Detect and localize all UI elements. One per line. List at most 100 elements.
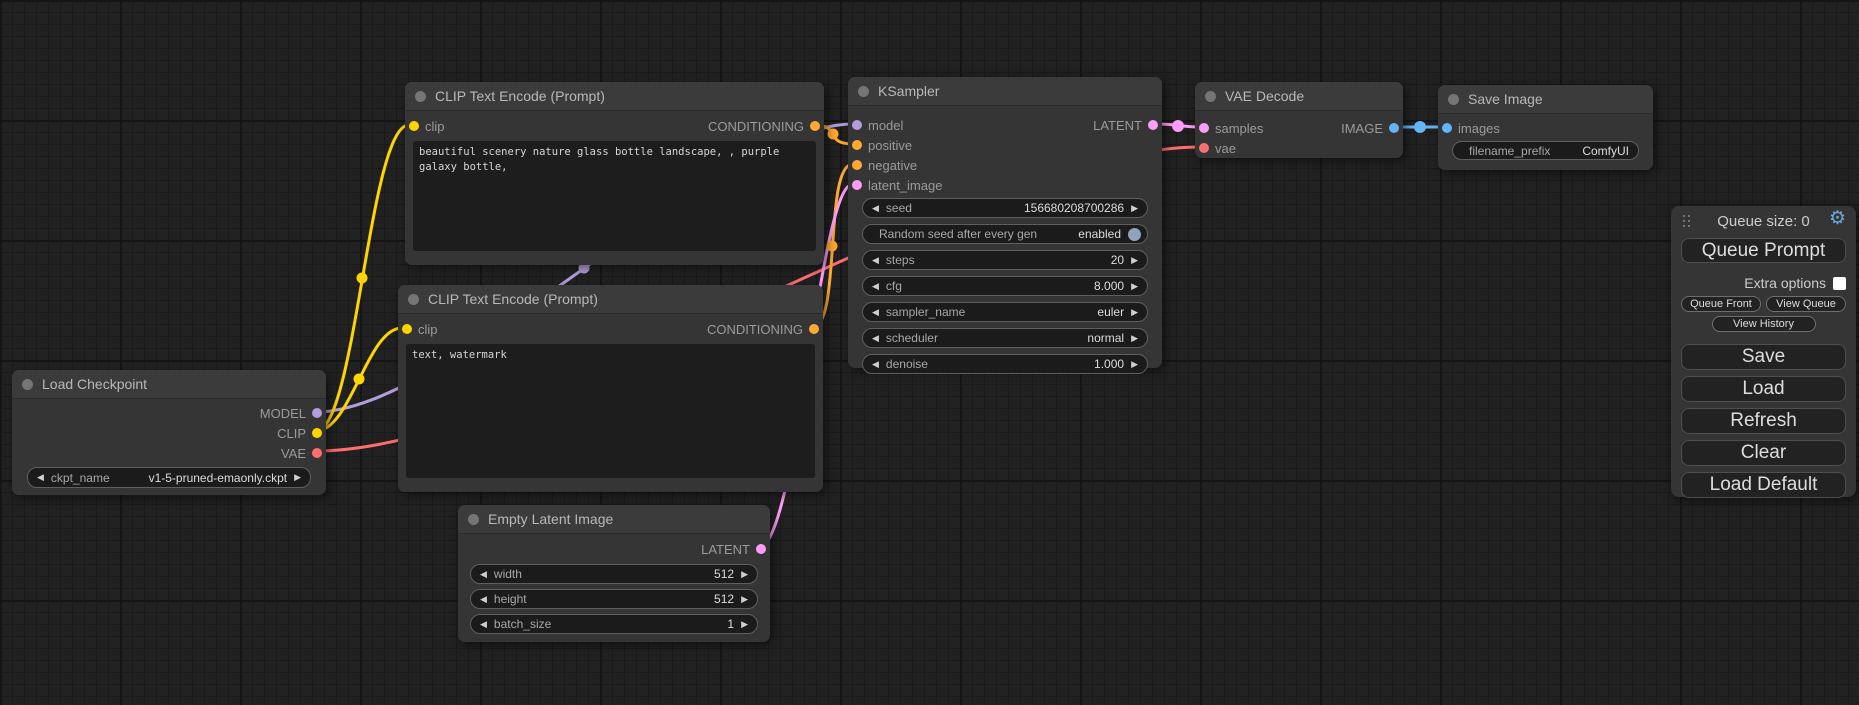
node-title-bar[interactable]: VAE Decode (1195, 82, 1403, 111)
increment-arrow-icon[interactable]: ▶ (1131, 308, 1138, 317)
decrement-arrow-icon[interactable]: ◀ (872, 334, 879, 343)
node-title: KSampler (878, 83, 939, 99)
input-port-samples[interactable] (1199, 123, 1209, 133)
widget-steps[interactable]: ◀ steps 20 ▶ (862, 250, 1148, 270)
collapse-dot-icon[interactable] (415, 91, 426, 102)
drag-handle-icon[interactable] (1683, 215, 1690, 227)
decrement-arrow-icon[interactable]: ◀ (480, 570, 487, 579)
load-button[interactable]: Load (1681, 376, 1846, 402)
collapse-dot-icon[interactable] (408, 294, 419, 305)
input-port-images[interactable] (1442, 123, 1452, 133)
port-label: IMAGE (1341, 121, 1383, 136)
widget-seed[interactable]: ◀ seed 156680208700286 ▶ (862, 198, 1148, 218)
output-port-conditioning[interactable] (810, 121, 820, 131)
input-port-vae[interactable] (1199, 143, 1209, 153)
widget-random-seed-toggle[interactable]: Random seed after every gen enabled (862, 224, 1148, 244)
decrement-arrow-icon[interactable]: ◀ (872, 256, 879, 265)
widget-cfg[interactable]: ◀ cfg 8.000 ▶ (862, 276, 1148, 296)
wire-midpoint-dot (828, 129, 839, 140)
node-empty-latent-image[interactable]: Empty Latent Image LATENT ◀ width 512 ▶ … (458, 505, 770, 642)
increment-arrow-icon[interactable]: ▶ (741, 595, 748, 604)
queue-prompt-button[interactable]: Queue Prompt (1681, 238, 1846, 263)
decrement-arrow-icon[interactable]: ◀ (872, 308, 879, 317)
toggle-icon[interactable] (1128, 228, 1141, 241)
widget-width[interactable]: ◀ width 512 ▶ (470, 564, 758, 584)
collapse-dot-icon[interactable] (858, 86, 869, 97)
output-port-image[interactable] (1389, 123, 1399, 133)
node-title: VAE Decode (1225, 88, 1304, 104)
port-label: positive (868, 138, 912, 153)
wire-midpoint-dot (827, 241, 838, 252)
input-port-clip[interactable] (402, 324, 412, 334)
input-port-model[interactable] (852, 120, 862, 130)
increment-arrow-icon[interactable]: ▶ (1131, 360, 1138, 369)
output-port-clip[interactable] (312, 428, 322, 438)
clear-button[interactable]: Clear (1681, 440, 1846, 466)
widget-filename-prefix[interactable]: filename_prefix ComfyUI (1452, 141, 1639, 160)
widget-ckpt-name[interactable]: ◀ ckpt_name v1-5-pruned-emaonly.ckpt ▶ (27, 467, 311, 488)
node-clip-text-encode-positive[interactable]: CLIP Text Encode (Prompt) clip CONDITION… (405, 82, 824, 265)
prompt-textarea[interactable]: text, watermark (406, 344, 815, 478)
output-port-vae[interactable] (312, 448, 322, 458)
collapse-dot-icon[interactable] (1205, 91, 1216, 102)
collapse-dot-icon[interactable] (1448, 94, 1459, 105)
decrement-arrow-icon[interactable]: ◀ (480, 620, 487, 629)
output-port-latent[interactable] (1148, 120, 1158, 130)
decrement-arrow-icon[interactable]: ◀ (480, 595, 487, 604)
output-port-model[interactable] (312, 408, 322, 418)
node-title-bar[interactable]: CLIP Text Encode (Prompt) (398, 285, 823, 314)
output-row: CLIP (12, 423, 326, 443)
node-title-bar[interactable]: Load Checkpoint (12, 370, 326, 399)
node-title-bar[interactable]: Save Image (1438, 85, 1653, 114)
increment-arrow-icon[interactable]: ▶ (1131, 282, 1138, 291)
increment-arrow-icon[interactable]: ▶ (1131, 204, 1138, 213)
output-row: VAE (12, 443, 326, 463)
save-button[interactable]: Save (1681, 344, 1846, 370)
node-ksampler[interactable]: KSampler model LATENT positive (848, 77, 1162, 368)
widget-value: 156680208700286 (1024, 201, 1124, 215)
decrement-arrow-icon[interactable]: ◀ (37, 473, 44, 482)
decrement-arrow-icon[interactable]: ◀ (872, 204, 879, 213)
view-history-button[interactable]: View History (1712, 316, 1816, 332)
node-save-image[interactable]: Save Image images filename_prefix ComfyU… (1438, 85, 1653, 170)
collapse-dot-icon[interactable] (468, 514, 479, 525)
widget-value: 1 (727, 617, 734, 631)
extra-options-checkbox[interactable] (1833, 277, 1846, 290)
collapse-dot-icon[interactable] (22, 379, 33, 390)
node-title-bar[interactable]: Empty Latent Image (458, 505, 770, 534)
input-port-clip[interactable] (409, 121, 419, 131)
widget-batch-size[interactable]: ◀ batch_size 1 ▶ (470, 614, 758, 634)
node-graph-canvas[interactable]: Load Checkpoint MODEL CLIP VAE ◀ ckpt_na… (0, 0, 1859, 705)
increment-arrow-icon[interactable]: ▶ (1131, 334, 1138, 343)
increment-arrow-icon[interactable]: ▶ (741, 570, 748, 579)
view-queue-button[interactable]: View Queue (1766, 296, 1846, 312)
load-default-button[interactable]: Load Default (1681, 472, 1846, 498)
widget-value: 512 (714, 567, 734, 581)
settings-gear-icon[interactable]: ⚙ (1829, 209, 1846, 228)
prompt-textarea[interactable]: beautiful scenery nature glass bottle la… (413, 141, 816, 251)
decrement-arrow-icon[interactable]: ◀ (872, 360, 879, 369)
port-label: CLIP (277, 426, 306, 441)
increment-arrow-icon[interactable]: ▶ (1131, 256, 1138, 265)
node-title-bar[interactable]: KSampler (848, 77, 1162, 106)
widget-sampler-name[interactable]: ◀ sampler_name euler ▶ (862, 302, 1148, 322)
widget-height[interactable]: ◀ height 512 ▶ (470, 589, 758, 609)
decrement-arrow-icon[interactable]: ◀ (872, 282, 879, 291)
input-port-negative[interactable] (852, 160, 862, 170)
node-load-checkpoint[interactable]: Load Checkpoint MODEL CLIP VAE ◀ ckpt_na… (12, 370, 326, 495)
port-label: MODEL (260, 406, 306, 421)
increment-arrow-icon[interactable]: ▶ (741, 620, 748, 629)
refresh-button[interactable]: Refresh (1681, 408, 1846, 434)
increment-arrow-icon[interactable]: ▶ (294, 473, 301, 482)
input-port-positive[interactable] (852, 140, 862, 150)
node-vae-decode[interactable]: VAE Decode samples IMAGE vae (1195, 82, 1403, 158)
input-port-latent-image[interactable] (852, 180, 862, 190)
output-port-conditioning[interactable] (809, 324, 819, 334)
node-clip-text-encode-negative[interactable]: CLIP Text Encode (Prompt) clip CONDITION… (398, 285, 823, 492)
queue-front-button[interactable]: Queue Front (1681, 296, 1761, 312)
widget-scheduler[interactable]: ◀ scheduler normal ▶ (862, 328, 1148, 348)
output-port-latent[interactable] (756, 544, 766, 554)
widget-value: ComfyUI (1582, 144, 1629, 158)
widget-denoise[interactable]: ◀ denoise 1.000 ▶ (862, 354, 1148, 374)
node-title-bar[interactable]: CLIP Text Encode (Prompt) (405, 82, 824, 111)
